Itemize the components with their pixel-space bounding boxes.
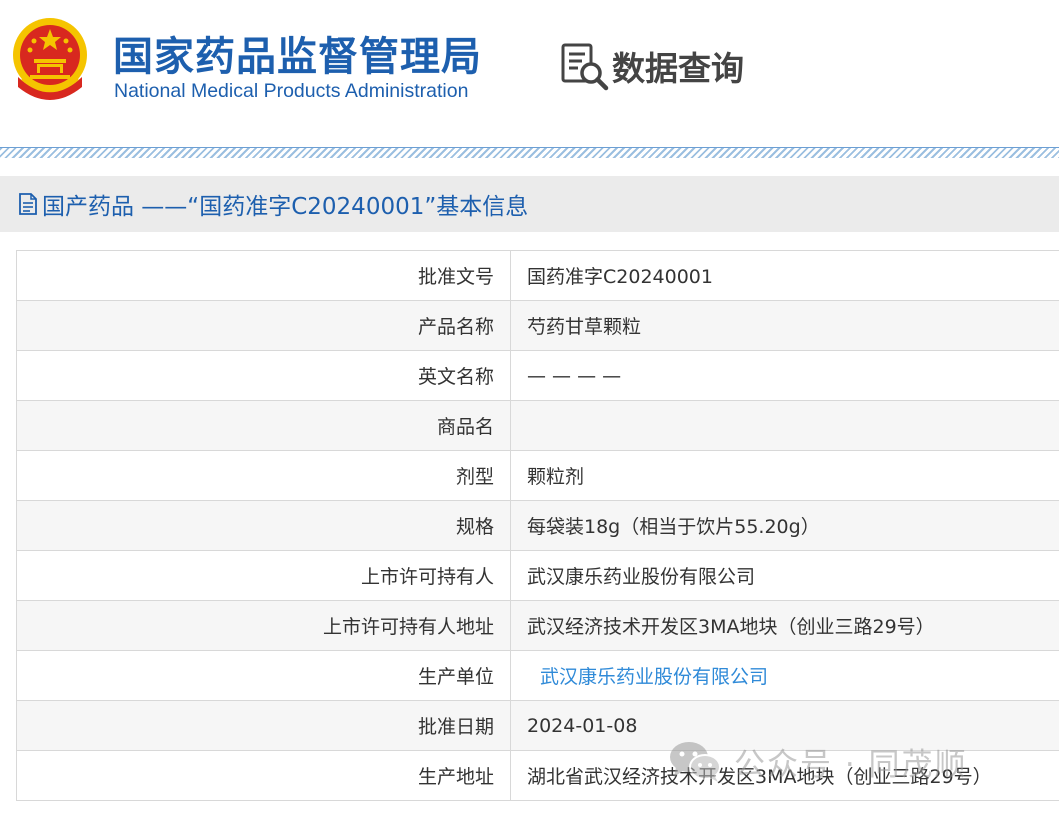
site-title-en: National Medical Products Administration <box>114 80 469 102</box>
manufacturer-link[interactable]: 武汉康乐药业股份有限公司 <box>510 650 1059 701</box>
table-row: 规格 每袋装18g（相当于饮片55.20g） <box>16 500 1059 551</box>
row-value: 芍药甘草颗粒 <box>510 300 1059 351</box>
document-icon <box>19 193 37 215</box>
section-header: 国产药品 ——“国药准字C20240001”基本信息 <box>0 176 1059 232</box>
row-label: 生产单位 <box>16 650 511 701</box>
table-row: 商品名 <box>16 400 1059 451</box>
row-value: 湖北省武汉经济技术开发区3MA地块（创业三路29号） <box>510 750 1059 801</box>
section-title: 国产药品 ——“国药准字C20240001”基本信息 <box>42 194 529 220</box>
row-label: 上市许可持有人 <box>16 550 511 601</box>
table-row: 上市许可持有人地址 武汉经济技术开发区3MA地块（创业三路29号） <box>16 600 1059 651</box>
data-query-label: 数据查询 <box>612 49 744 88</box>
row-value <box>510 400 1059 451</box>
row-value: 2024-01-08 <box>510 700 1059 751</box>
document-search-icon <box>561 43 609 91</box>
row-value: 武汉经济技术开发区3MA地块（创业三路29号） <box>510 600 1059 651</box>
row-label: 上市许可持有人地址 <box>16 600 511 651</box>
row-label: 商品名 <box>16 400 511 451</box>
table-row: 英文名称 — — — — <box>16 350 1059 401</box>
table-row: 生产单位 武汉康乐药业股份有限公司 <box>16 650 1059 701</box>
table-row: 剂型 颗粒剂 <box>16 450 1059 501</box>
table-row: 批准文号 国药准字C20240001 <box>16 250 1059 301</box>
row-value: 武汉康乐药业股份有限公司 <box>510 550 1059 601</box>
row-label: 批准文号 <box>16 250 511 301</box>
table-row: 批准日期 2024-01-08 <box>16 700 1059 751</box>
table-row: 产品名称 芍药甘草颗粒 <box>16 300 1059 351</box>
row-value: 国药准字C20240001 <box>510 250 1059 301</box>
data-query-link[interactable]: 数据查询 <box>560 40 744 92</box>
row-label: 英文名称 <box>16 350 511 401</box>
table-row: 生产地址 湖北省武汉经济技术开发区3MA地块（创业三路29号） <box>16 750 1059 801</box>
row-label: 生产地址 <box>16 750 511 801</box>
row-value: — — — — <box>510 350 1059 401</box>
row-label: 规格 <box>16 500 511 551</box>
row-label: 剂型 <box>16 450 511 501</box>
site-header: 国家药品监督管理局 National Medical Products Admi… <box>0 0 1059 145</box>
table-row: 上市许可持有人 武汉康乐药业股份有限公司 <box>16 550 1059 601</box>
national-emblem-icon <box>13 18 87 100</box>
row-value: 颗粒剂 <box>510 450 1059 501</box>
row-label: 产品名称 <box>16 300 511 351</box>
row-label: 批准日期 <box>16 700 511 751</box>
row-value: 每袋装18g（相当于饮片55.20g） <box>510 500 1059 551</box>
site-title-cn: 国家药品监督管理局 <box>113 34 482 80</box>
drug-info-table: 批准文号 国药准字C20240001 产品名称 芍药甘草颗粒 英文名称 — — … <box>16 250 1059 801</box>
header-divider <box>0 147 1059 158</box>
